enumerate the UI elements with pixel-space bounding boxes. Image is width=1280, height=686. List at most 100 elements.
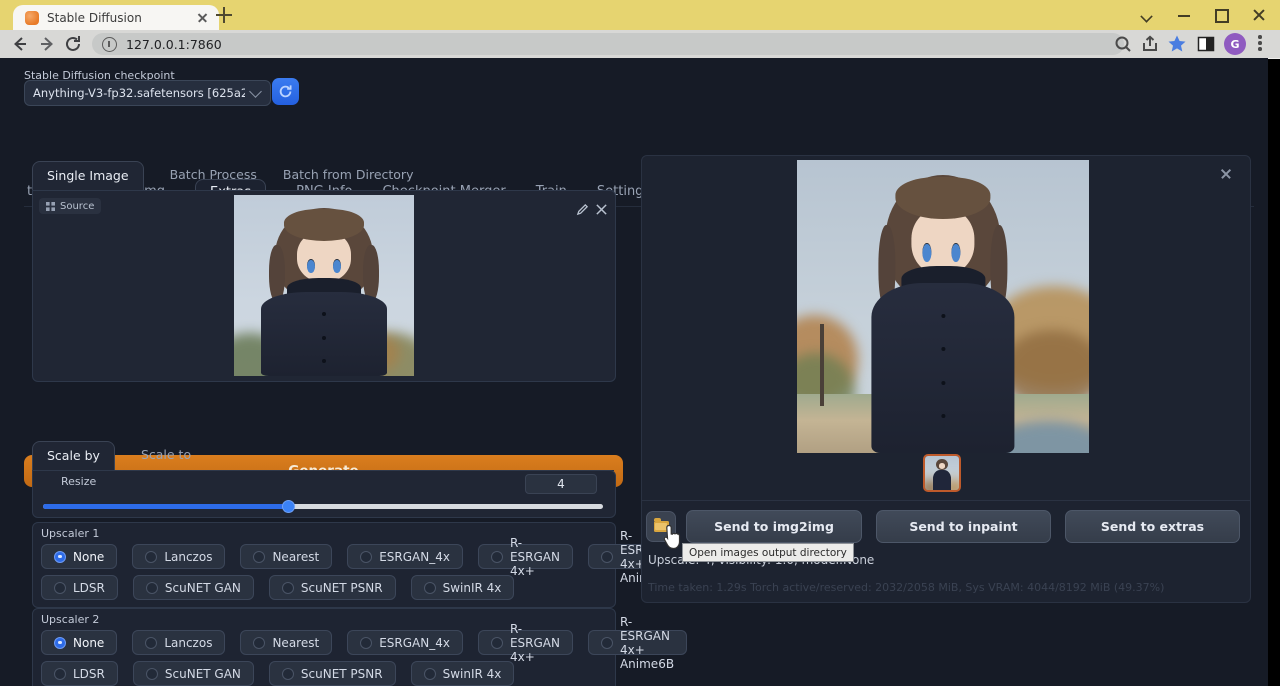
checkpoint-dropdown[interactable]: Anything-V3-fp32.safetensors [625a2ba2] <box>24 80 271 106</box>
source-image <box>234 195 414 376</box>
share-icon[interactable] <box>1140 34 1160 54</box>
screen: Stable Diffusion 127.0.0.1:7860 G Stable… <box>0 0 1280 686</box>
gallery-close-icon[interactable] <box>1219 167 1233 181</box>
radio-icon <box>282 668 294 680</box>
edit-image-icon[interactable] <box>576 203 589 216</box>
result-image[interactable] <box>797 160 1089 453</box>
upscaler2-option-none[interactable]: None <box>41 630 117 655</box>
refresh-icon <box>278 84 293 99</box>
tab-scale-by[interactable]: Scale by <box>32 441 115 471</box>
tooltip-text: Open images output directory <box>689 547 847 559</box>
refresh-checkpoints-button[interactable] <box>272 78 299 105</box>
radio-icon <box>424 668 436 680</box>
upscaler1-option-scunet-psnr[interactable]: ScuNET PSNR <box>269 575 396 600</box>
checkpoint-value: Anything-V3-fp32.safetensors [625a2ba2] <box>33 86 245 100</box>
upscaler2-option-lanczos[interactable]: Lanczos <box>132 630 225 655</box>
upscaler2-label: Upscaler 2 <box>41 613 99 626</box>
tab-title: Stable Diffusion <box>47 11 195 25</box>
upscaler1-option-nearest[interactable]: Nearest <box>240 544 332 569</box>
window-close-button[interactable] <box>1252 8 1266 22</box>
radio-icon <box>253 551 265 563</box>
extras-subtabs: Single Image Batch Process Batch from Di… <box>32 161 614 191</box>
forward-button[interactable] <box>37 34 57 54</box>
upscaler1-option-esrgan4x[interactable]: ESRGAN_4x <box>347 544 463 569</box>
favicon-icon <box>25 11 39 25</box>
upscaler2-option-nearest[interactable]: Nearest <box>240 630 332 655</box>
reload-button[interactable] <box>63 34 83 54</box>
site-info-icon[interactable] <box>102 37 117 52</box>
radio-icon <box>491 551 503 563</box>
radio-on-icon <box>54 551 66 563</box>
tab-close-icon[interactable] <box>195 10 211 26</box>
zoom-icon[interactable] <box>1113 34 1133 54</box>
upscaler2-option-resrgan4x[interactable]: R-ESRGAN 4x+ <box>478 630 573 655</box>
browser-tab[interactable]: Stable Diffusion <box>13 5 219 30</box>
upscaler2-option-swinir4x[interactable]: SwinIR 4x <box>411 661 515 686</box>
source-chip: Source <box>39 198 101 214</box>
bookmark-star-icon[interactable] <box>1167 34 1187 54</box>
resize-panel: Resize 4 <box>32 470 616 518</box>
side-panel-icon[interactable] <box>1196 34 1216 54</box>
radio-icon <box>54 582 66 594</box>
upscaler1-option-lanczos[interactable]: Lanczos <box>132 544 225 569</box>
upscaler2-option-esrgan4x[interactable]: ESRGAN_4x <box>347 630 463 655</box>
resize-value-input[interactable]: 4 <box>525 474 597 494</box>
window-maximize-button[interactable] <box>1214 8 1228 22</box>
upscaler1-option-ldsr[interactable]: LDSR <box>41 575 118 600</box>
radio-icon <box>145 637 157 649</box>
radio-icon <box>282 582 294 594</box>
radio-icon <box>146 668 158 680</box>
scale-tabs: Scale by Scale to <box>32 442 614 471</box>
window-minimize-button[interactable] <box>1177 8 1191 22</box>
upscaler1-row2: LDSR ScuNET GAN ScuNET PSNR SwinIR 4x <box>41 575 514 600</box>
subtab-single-image[interactable]: Single Image <box>32 161 144 191</box>
browser-menu-icon[interactable] <box>1258 35 1262 53</box>
radio-icon <box>145 551 157 563</box>
resize-label: Resize <box>61 475 96 488</box>
back-button[interactable] <box>10 34 30 54</box>
upscaler1-row1: None Lanczos Nearest ESRGAN_4x R-ESRGAN … <box>41 544 687 569</box>
upscaler2-row1: None Lanczos Nearest ESRGAN_4x R-ESRGAN … <box>41 630 687 655</box>
footer-stats-text: Time taken: 1.29s Torch active/reserved:… <box>648 581 1164 594</box>
radio-icon <box>253 637 265 649</box>
upscaler1-option-none[interactable]: None <box>41 544 117 569</box>
send-to-extras-button[interactable]: Send to extras <box>1065 510 1240 543</box>
radio-icon <box>146 582 158 594</box>
radio-icon <box>601 637 613 649</box>
upscaler1-option-swinir4x[interactable]: SwinIR 4x <box>411 575 515 600</box>
gallery-thumbnail-selected[interactable] <box>923 454 961 492</box>
resize-slider-handle[interactable] <box>282 500 295 513</box>
radio-icon <box>54 668 66 680</box>
window-menu-chevron-icon[interactable] <box>1139 8 1153 22</box>
radio-on-icon <box>54 637 66 649</box>
upscaler2-option-scunet-gan[interactable]: ScuNET GAN <box>133 661 254 686</box>
upscaler2-option-resrgan-anime6b[interactable]: R-ESRGAN 4x+ Anime6B <box>588 630 687 655</box>
hand-cursor-icon <box>662 524 682 550</box>
new-tab-button[interactable] <box>216 7 232 23</box>
source-image-dropzone[interactable]: Source <box>32 190 616 382</box>
upscaler1-label: Upscaler 1 <box>41 527 99 540</box>
image-grid-icon <box>46 202 55 211</box>
upscaler2-option-ldsr[interactable]: LDSR <box>41 661 118 686</box>
profile-avatar[interactable]: G <box>1224 33 1246 55</box>
tooltip: Open images output directory <box>682 543 854 562</box>
gallery-divider <box>642 500 1250 501</box>
subtab-batch-process[interactable]: Batch Process <box>170 167 257 190</box>
resize-slider-fill <box>43 504 288 509</box>
upscaler1-option-resrgan4x[interactable]: R-ESRGAN 4x+ <box>478 544 573 569</box>
send-to-img2img-button[interactable]: Send to img2img <box>686 510 862 543</box>
clear-image-icon[interactable] <box>595 203 608 216</box>
upscaler1-panel: Upscaler 1 None Lanczos Nearest ESRGAN_4… <box>32 522 616 608</box>
address-bar[interactable]: 127.0.0.1:7860 <box>92 33 1124 55</box>
radio-icon <box>601 551 613 563</box>
radio-icon <box>491 637 503 649</box>
upscaler2-panel: Upscaler 2 None Lanczos Nearest ESRGAN_4… <box>32 608 616 686</box>
url-text[interactable]: 127.0.0.1:7860 <box>126 37 222 52</box>
tab-scale-to[interactable]: Scale to <box>141 447 191 470</box>
radio-icon <box>424 582 436 594</box>
send-to-inpaint-button[interactable]: Send to inpaint <box>876 510 1051 543</box>
upscaler2-option-scunet-psnr[interactable]: ScuNET PSNR <box>269 661 396 686</box>
subtab-batch-from-directory[interactable]: Batch from Directory <box>283 167 414 190</box>
upscaler1-option-scunet-gan[interactable]: ScuNET GAN <box>133 575 254 600</box>
source-label: Source <box>60 201 94 212</box>
